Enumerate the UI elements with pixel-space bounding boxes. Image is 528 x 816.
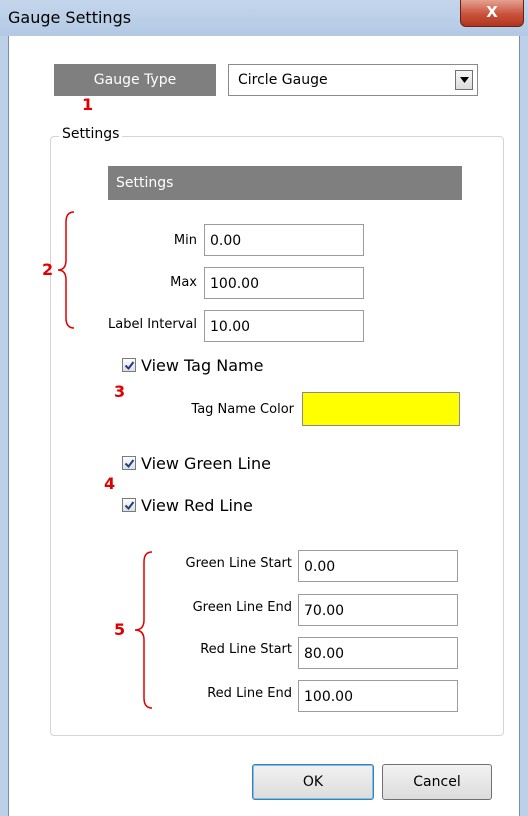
max-label: Max <box>170 275 197 290</box>
label-interval-input[interactable]: 10.00 <box>204 310 364 342</box>
min-label: Min <box>173 233 197 248</box>
check-icon <box>124 459 135 469</box>
checkbox-box <box>122 358 136 372</box>
annotation-4: 4 <box>104 474 116 493</box>
red-line-end-input[interactable]: 100.00 <box>298 680 458 712</box>
annotation-2: 2 <box>42 260 54 279</box>
settings-header: Settings <box>108 166 462 200</box>
chevron-down-icon <box>460 77 469 83</box>
close-button[interactable]: X <box>460 0 524 27</box>
tag-name-color-label: Tag Name Color <box>191 402 294 417</box>
dropdown-arrow-button[interactable] <box>455 70 473 90</box>
tag-name-color-swatch[interactable] <box>302 392 460 426</box>
checkbox-box <box>122 498 136 512</box>
gauge-type-dropdown[interactable]: Circle Gauge <box>228 64 478 96</box>
check-icon <box>124 501 135 511</box>
brace-5 <box>134 551 153 709</box>
settings-group-title: Settings <box>59 126 123 142</box>
ok-button[interactable]: OK <box>252 764 374 800</box>
brace-2 <box>57 211 75 329</box>
green-line-start-label: Green Line Start <box>185 556 292 571</box>
window-frame-left <box>0 36 8 816</box>
view-red-line-label: View Red Line <box>141 496 253 515</box>
view-tag-name-label: View Tag Name <box>141 356 264 375</box>
gauge-type-label: Gauge Type <box>54 64 216 96</box>
green-line-end-input[interactable]: 70.00 <box>298 594 458 626</box>
annotation-5: 5 <box>114 620 126 639</box>
green-line-end-label: Green Line End <box>192 600 292 615</box>
checkbox-box <box>122 456 136 470</box>
view-tag-name-checkbox[interactable]: View Tag Name <box>122 356 322 376</box>
window-frame-right <box>520 36 528 816</box>
annotation-1: 1 <box>82 95 94 114</box>
view-green-line-label: View Green Line <box>141 454 271 473</box>
green-line-start-input[interactable]: 0.00 <box>298 550 458 582</box>
red-line-start-label: Red Line Start <box>200 642 292 657</box>
red-line-end-label: Red Line End <box>207 686 292 701</box>
window-title: Gauge Settings <box>8 8 132 27</box>
view-red-line-checkbox[interactable]: View Red Line <box>122 496 322 516</box>
label-interval-label: Label Interval <box>108 317 197 332</box>
cancel-button[interactable]: Cancel <box>382 764 492 800</box>
view-green-line-checkbox[interactable]: View Green Line <box>122 454 322 474</box>
annotation-3: 3 <box>114 382 126 401</box>
red-line-start-input[interactable]: 80.00 <box>298 637 458 669</box>
max-input[interactable]: 100.00 <box>204 267 364 299</box>
gauge-type-value: Circle Gauge <box>238 72 328 88</box>
title-bar: Gauge Settings X <box>0 0 528 36</box>
min-input[interactable]: 0.00 <box>204 224 364 256</box>
close-icon: X <box>486 3 498 21</box>
check-icon <box>124 361 135 371</box>
